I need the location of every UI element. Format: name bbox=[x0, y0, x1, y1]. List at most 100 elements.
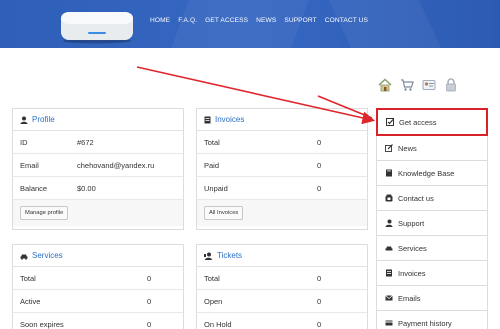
header-pattern bbox=[328, 0, 442, 48]
checkbox-icon bbox=[386, 118, 394, 126]
cart-icon[interactable] bbox=[400, 78, 414, 92]
tickets-panel: Tickets Total 0 Open 0 On Hold 0 bbox=[196, 244, 368, 329]
nav-support[interactable]: SUPPORT bbox=[284, 17, 316, 24]
invoices-header: Invoices bbox=[197, 109, 367, 131]
car-icon bbox=[20, 254, 28, 260]
tickets-header: Tickets bbox=[197, 245, 367, 267]
id-card-icon[interactable] bbox=[422, 78, 436, 92]
device-logo bbox=[61, 12, 133, 44]
services-title[interactable]: Services bbox=[32, 251, 63, 260]
table-row: Unpaid 0 bbox=[197, 177, 367, 200]
nav-contact-us[interactable]: CONTACT US bbox=[325, 17, 368, 24]
invoice-icon bbox=[204, 116, 211, 123]
envelope-icon bbox=[385, 295, 393, 301]
profile-footer: Manage profile bbox=[13, 200, 183, 226]
book-icon bbox=[386, 169, 392, 177]
nav-faq[interactable]: F.A.Q. bbox=[178, 17, 197, 24]
row-value: 0 bbox=[147, 273, 152, 283]
row-label: On Hold bbox=[204, 319, 232, 329]
row-label: Email bbox=[20, 160, 39, 170]
home-icon[interactable] bbox=[378, 78, 392, 92]
row-value: 0 bbox=[317, 296, 322, 306]
support-icon bbox=[385, 219, 393, 227]
sidebar-item-services[interactable]: Services bbox=[376, 236, 488, 261]
sidebar-item-label: Invoices bbox=[398, 268, 426, 278]
sidebar-item-label: News bbox=[398, 143, 417, 153]
sidebar-item-contact-us[interactable]: Contact us bbox=[376, 186, 488, 211]
car-icon bbox=[385, 246, 393, 251]
payment-icon bbox=[385, 320, 393, 326]
sidebar-item-label: Support bbox=[398, 218, 425, 228]
table-row: Balance $0.00 bbox=[13, 177, 183, 200]
row-value: 0 bbox=[147, 319, 152, 329]
row-label: Soon expires bbox=[20, 319, 64, 329]
nav-home[interactable]: HOME bbox=[150, 17, 170, 24]
lock-icon[interactable] bbox=[444, 78, 458, 92]
table-row: Open 0 bbox=[197, 290, 367, 313]
nav-news[interactable]: NEWS bbox=[256, 17, 276, 24]
sidebar-item-label: Payment history bbox=[398, 318, 452, 328]
profile-header: Profile bbox=[13, 109, 183, 131]
invoice-icon bbox=[386, 269, 392, 277]
table-row: Total 0 bbox=[197, 131, 367, 154]
row-label: Active bbox=[20, 296, 41, 306]
user-icon bbox=[20, 116, 28, 124]
table-row: Paid 0 bbox=[197, 154, 367, 177]
profile-panel: Profile ID #672 Email chehovand@yandex.r… bbox=[12, 108, 184, 230]
row-label: Unpaid bbox=[204, 183, 228, 193]
row-value: 0 bbox=[317, 137, 322, 147]
row-value: 0 bbox=[317, 160, 322, 170]
row-label: Open bbox=[204, 296, 223, 306]
services-header: Services bbox=[13, 245, 183, 267]
table-row: On Hold 0 bbox=[197, 313, 367, 329]
site-header: HOME F.A.Q. GET ACCESS NEWS SUPPORT CONT… bbox=[0, 0, 500, 48]
invoices-title[interactable]: Invoices bbox=[215, 115, 244, 124]
edit-icon bbox=[385, 144, 393, 152]
row-label: Total bbox=[204, 273, 220, 283]
table-row: Active 0 bbox=[13, 290, 183, 313]
sidebar-item-payment-history[interactable]: Payment history bbox=[376, 311, 488, 329]
profile-title[interactable]: Profile bbox=[32, 115, 55, 124]
sidebar-item-invoices[interactable]: Invoices bbox=[376, 261, 488, 286]
sidebar-item-knowledge-base[interactable]: Knowledge Base bbox=[376, 161, 488, 186]
sidebar-item-news[interactable]: News bbox=[376, 136, 488, 161]
table-row: Total 0 bbox=[197, 267, 367, 290]
sidebar-item-support[interactable]: Support bbox=[376, 211, 488, 236]
row-value: chehovand@yandex.ru bbox=[77, 160, 155, 170]
sidebar-item-label: Knowledge Base bbox=[398, 168, 455, 178]
table-row: Email chehovand@yandex.ru bbox=[13, 154, 183, 177]
table-row: ID #672 bbox=[13, 131, 183, 154]
table-row: Total 0 bbox=[13, 267, 183, 290]
manage-profile-button[interactable]: Manage profile bbox=[20, 206, 69, 220]
quick-icons bbox=[378, 78, 458, 92]
sidebar-item-label: Contact us bbox=[398, 193, 434, 203]
row-label: Total bbox=[20, 273, 36, 283]
invoices-footer: All Invoices bbox=[197, 200, 367, 226]
header-pattern bbox=[171, 0, 309, 48]
row-label: Total bbox=[204, 137, 220, 147]
row-value: 0 bbox=[317, 183, 322, 193]
row-label: Paid bbox=[204, 160, 220, 170]
sidebar-item-get-access[interactable]: Get access bbox=[376, 108, 488, 136]
all-invoices-button[interactable]: All Invoices bbox=[204, 206, 244, 220]
main-nav: HOME F.A.Q. GET ACCESS NEWS SUPPORT CONT… bbox=[150, 17, 368, 24]
row-label: ID bbox=[20, 137, 28, 147]
sidebar-item-emails[interactable]: Emails bbox=[376, 286, 488, 311]
support-icon bbox=[204, 252, 212, 260]
sidebar-menu: Get access News Knowledge Base Contact u… bbox=[376, 108, 488, 329]
row-label: Balance bbox=[20, 183, 48, 193]
sidebar-item-label: Get access bbox=[399, 117, 437, 127]
sidebar-item-label: Emails bbox=[398, 293, 421, 303]
phone-icon bbox=[385, 194, 393, 202]
invoices-panel: Invoices Total 0 Paid 0 Unpaid 0 All Inv… bbox=[196, 108, 368, 230]
sidebar-item-label: Services bbox=[398, 243, 427, 253]
services-panel: Services Total 0 Active 0 Soon expires 0 bbox=[12, 244, 184, 329]
table-row: Soon expires 0 bbox=[13, 313, 183, 329]
row-value: $0.00 bbox=[77, 183, 96, 193]
tickets-title[interactable]: Tickets bbox=[217, 251, 242, 260]
row-value: #672 bbox=[77, 137, 94, 147]
row-value: 0 bbox=[317, 273, 322, 283]
row-value: 0 bbox=[147, 296, 152, 306]
row-value: 0 bbox=[317, 319, 322, 329]
nav-get-access[interactable]: GET ACCESS bbox=[205, 17, 248, 24]
